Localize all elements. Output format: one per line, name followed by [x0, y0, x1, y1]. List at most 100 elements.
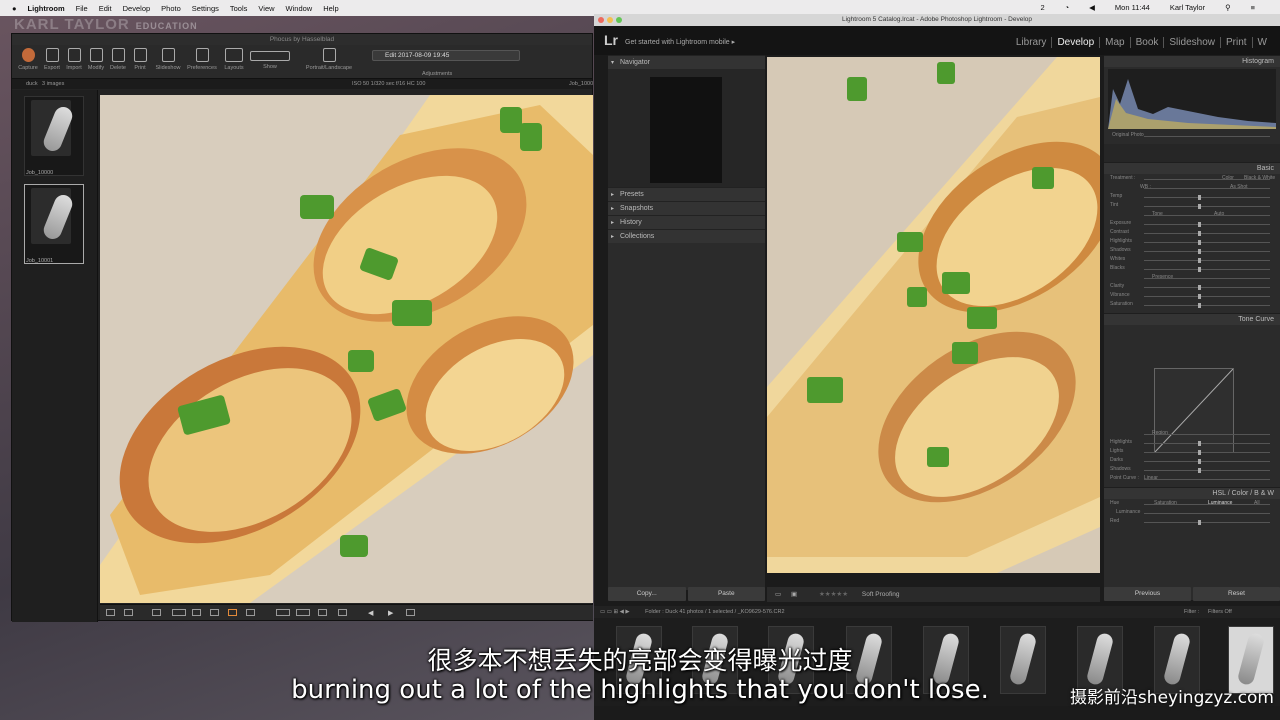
treatment-color[interactable]: Color — [1222, 174, 1234, 183]
hsl-tab-saturation[interactable]: Saturation — [1154, 499, 1177, 508]
module-print[interactable]: Print — [1219, 37, 1252, 48]
slideshow-button[interactable]: Slideshow — [151, 48, 185, 71]
tone-curve-header[interactable]: Tone Curve — [1104, 313, 1280, 325]
filmstrip-view-icon[interactable]: ▭ ▭ ⊞ ◀ ▶ — [600, 609, 630, 615]
hsl-header[interactable]: HSL / Color / B & W — [1104, 487, 1280, 499]
search-icon[interactable]: ⚲ — [1225, 3, 1231, 12]
develop-image-view[interactable] — [767, 57, 1100, 573]
point-curve-value[interactable]: Linear — [1144, 474, 1158, 483]
preferences-button[interactable]: Preferences — [182, 48, 222, 71]
prev-arrow-icon[interactable]: ◀ — [368, 609, 377, 617]
reset-button[interactable]: Reset — [1193, 587, 1280, 601]
menu-develop[interactable]: Develop — [123, 4, 151, 13]
menubar-user[interactable]: Karl Taylor — [1170, 3, 1205, 12]
straighten-icon[interactable] — [172, 609, 186, 616]
module-web[interactable]: W — [1251, 37, 1272, 48]
menu-view[interactable]: View — [258, 4, 274, 13]
overlay-icon[interactable] — [338, 609, 347, 616]
mobile-prompt[interactable]: Get started with Lightroom mobile ▸ — [625, 38, 735, 46]
shadows-slider[interactable]: Shadows — [1104, 246, 1280, 255]
show-button[interactable]: Show — [242, 48, 298, 70]
saturation-slider[interactable]: Saturation — [1104, 300, 1280, 309]
mask-icon[interactable] — [246, 609, 255, 616]
hand-icon[interactable] — [228, 609, 237, 616]
panel-collections[interactable]: Collections — [608, 229, 765, 244]
grid-icon[interactable] — [106, 609, 115, 616]
zoom-button[interactable] — [616, 17, 622, 23]
curve-highlights-slider[interactable]: Highlights — [1104, 438, 1280, 447]
blacks-slider[interactable]: Blacks — [1104, 264, 1280, 273]
portrait-landscape-button[interactable]: Portrait/Landscape — [302, 48, 356, 71]
loupe-view-icon[interactable]: ▭ — [775, 591, 781, 598]
single-view-icon[interactable] — [124, 609, 133, 616]
print-button[interactable]: Print — [126, 48, 154, 71]
navigator-preview[interactable] — [608, 69, 765, 187]
highlights-slider[interactable]: Highlights — [1104, 237, 1280, 246]
module-book[interactable]: Book — [1129, 37, 1164, 48]
vibrance-slider[interactable]: Vibrance — [1104, 291, 1280, 300]
temp-slider[interactable]: Temp — [1104, 192, 1280, 201]
menu-tools[interactable]: Tools — [230, 4, 248, 13]
module-slideshow[interactable]: Slideshow — [1163, 37, 1220, 48]
zoom-icon[interactable] — [210, 609, 219, 616]
soft-proofing[interactable]: Soft Proofing — [862, 591, 900, 598]
panel-history[interactable]: History — [608, 215, 765, 230]
clarity-slider[interactable]: Clarity — [1104, 282, 1280, 291]
apple-icon[interactable]: ● — [12, 4, 17, 13]
basic-header[interactable]: Basic — [1104, 162, 1280, 174]
curve-lights-slider[interactable]: Lights — [1104, 447, 1280, 456]
curve-darks-slider[interactable]: Darks — [1104, 456, 1280, 465]
grid-overlay-icon[interactable] — [318, 609, 327, 616]
paste-button[interactable]: Paste — [687, 587, 765, 601]
module-library[interactable]: Library — [1011, 37, 1052, 48]
battery-status[interactable]: 2 — [1040, 3, 1044, 12]
volume-icon[interactable]: ◀ — [1089, 3, 1095, 12]
menu-edit[interactable]: Edit — [99, 4, 112, 13]
red-slider[interactable]: Red — [1104, 517, 1280, 526]
thumbnail-job-10001[interactable]: Job_10001 — [24, 184, 84, 264]
adjustments-label[interactable]: Adjustments — [422, 71, 452, 77]
menu-file[interactable]: File — [76, 4, 88, 13]
copy-button[interactable]: Copy... — [608, 587, 686, 601]
close-button[interactable] — [598, 17, 604, 23]
folder-name[interactable]: duck — [26, 79, 38, 89]
wifi-icon[interactable]: ◔ — [1065, 3, 1070, 12]
minimize-button[interactable] — [607, 17, 613, 23]
panel-snapshots[interactable]: Snapshots — [608, 201, 765, 216]
hsl-tab-luminance[interactable]: Luminance — [1208, 499, 1232, 508]
auto-button[interactable]: Auto — [1214, 210, 1224, 219]
next-arrow-icon[interactable]: ▶ — [388, 609, 397, 617]
phocus-image-viewer[interactable] — [100, 95, 593, 603]
loupe-icon[interactable] — [276, 609, 290, 616]
menu-app-name[interactable]: Lightroom — [28, 4, 65, 13]
original-photo-toggle[interactable]: Original Photo — [1104, 131, 1280, 140]
hsl-tab-hue[interactable]: Hue — [1110, 500, 1119, 506]
edit-date-field[interactable]: Edit 2017-08-09 19:45 — [372, 50, 520, 61]
picker-icon[interactable] — [192, 609, 201, 616]
tint-slider[interactable]: Tint — [1104, 201, 1280, 210]
filter-dropdown[interactable]: Filters Off — [1208, 606, 1232, 618]
exposure-slider[interactable]: Exposure — [1104, 219, 1280, 228]
curve-shadows-slider[interactable]: Shadows — [1104, 465, 1280, 474]
rating-stars[interactable]: ★★★★★ — [819, 591, 848, 598]
fullscreen-icon[interactable] — [406, 609, 415, 616]
contrast-slider[interactable]: Contrast — [1104, 228, 1280, 237]
treatment-bw[interactable]: Black & White — [1244, 174, 1275, 183]
module-develop[interactable]: Develop — [1051, 37, 1099, 48]
module-map[interactable]: Map — [1099, 37, 1129, 48]
hsl-tab-all[interactable]: All — [1254, 499, 1260, 508]
list-icon[interactable]: ≡ — [1251, 3, 1255, 12]
panel-presets[interactable]: Presets — [608, 187, 765, 202]
compare-icon[interactable] — [296, 609, 310, 616]
previous-button[interactable]: Previous — [1104, 587, 1191, 601]
menu-photo[interactable]: Photo — [161, 4, 181, 13]
crop-icon[interactable] — [152, 609, 161, 616]
menubar-clock[interactable]: Mon 11:44 — [1115, 3, 1150, 12]
before-after-icon[interactable]: ▣ — [791, 591, 797, 598]
thumbnail-job-10000[interactable]: Job_10000 — [24, 96, 84, 176]
tool-strip[interactable] — [1104, 144, 1280, 162]
menu-help[interactable]: Help — [323, 4, 338, 13]
panel-navigator[interactable]: Navigator — [608, 55, 765, 70]
whites-slider[interactable]: Whites — [1104, 255, 1280, 264]
wb-value[interactable]: As Shot — [1230, 183, 1248, 192]
